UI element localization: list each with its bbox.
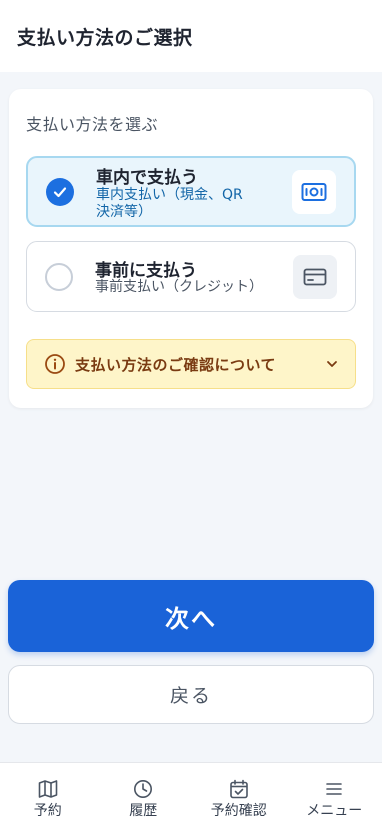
map-icon [37, 778, 59, 800]
section-label: 支払い方法を選ぶ [26, 115, 159, 134]
credit-card-icon [293, 254, 337, 299]
info-icon [44, 353, 66, 375]
app-header: 支払い方法のご選択 [0, 0, 382, 72]
payment-option-onboard[interactable]: 車内で支払う 車内支払い（現金、QR決済等） [26, 156, 356, 227]
option-subtitle: 車内支払い（現金、QR決済等） [96, 187, 243, 220]
option-title: 事前に支払う [95, 261, 197, 281]
option-subtitle: 事前支払い（クレジット） [95, 279, 263, 295]
page-title: 支払い方法のご選択 [17, 26, 193, 49]
tab-menu[interactable]: メニュー [287, 763, 382, 826]
tab-reservation-check[interactable]: 予約確認 [191, 763, 287, 826]
tab-label: 予約確認 [210, 803, 267, 819]
payment-method-card: 支払い方法を選ぶ 車内で支払う 車内支払い（現金、QR決済等） 事前に支払う 事… [9, 89, 373, 408]
tab-label: 予約 [33, 803, 62, 819]
cash-icon [292, 169, 336, 214]
next-button[interactable]: 次へ [8, 580, 374, 652]
payment-notice-accordion[interactable]: 支払い方法のご確認について [26, 339, 356, 389]
option-title: 車内で支払う [96, 168, 198, 188]
calendar-check-icon [228, 778, 250, 800]
notice-text: 支払い方法のご確認について [75, 355, 277, 374]
tab-reservation[interactable]: 予約 [0, 763, 96, 826]
tab-label: 履歴 [129, 803, 158, 819]
radio-unchecked-icon[interactable] [45, 262, 73, 291]
payment-option-prepay[interactable]: 事前に支払う 事前支払い（クレジット） [26, 241, 356, 312]
radio-checked-icon[interactable] [46, 177, 74, 206]
menu-icon [323, 778, 345, 800]
clock-icon [132, 778, 154, 800]
chevron-down-icon [325, 359, 339, 369]
tab-history[interactable]: 履歴 [96, 763, 192, 826]
bottom-tab-bar: 予約 履歴 予約確認 メニュー [0, 762, 382, 826]
tab-label: メニュー [306, 803, 363, 819]
back-button[interactable]: 戻る [8, 665, 374, 724]
